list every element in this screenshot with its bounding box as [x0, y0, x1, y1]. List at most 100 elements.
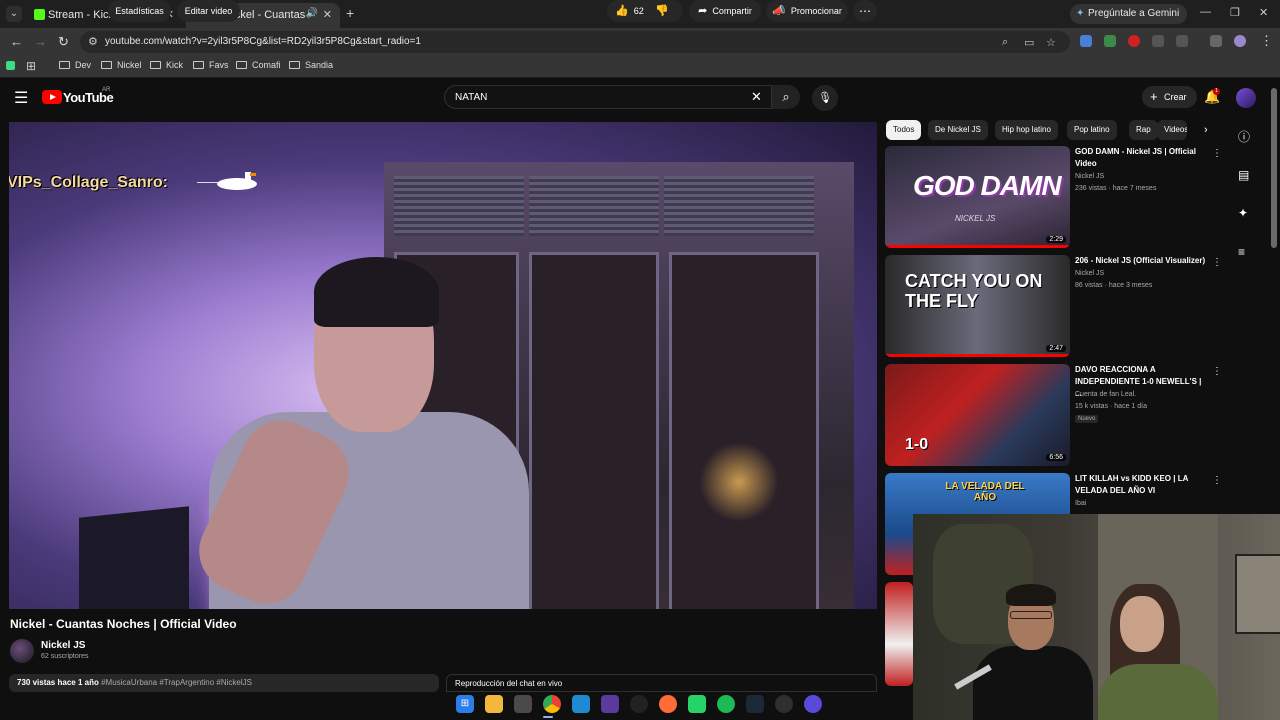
maximize-button[interactable]: ❐ — [1230, 6, 1240, 19]
chrome-menu-icon[interactable]: ⋮ — [1260, 33, 1273, 49]
zoom-icon[interactable]: ⌕ — [1002, 36, 1008, 49]
bookmark-folder[interactable]: Dev — [59, 60, 91, 70]
extension-icon[interactable] — [1104, 35, 1116, 47]
more-vert-icon[interactable]: ⋮ — [1212, 475, 1222, 486]
bookmark-folder[interactable]: Sandia — [289, 60, 333, 70]
channel-avatar[interactable] — [10, 639, 34, 663]
clear-search-icon[interactable]: ✕ — [751, 89, 762, 105]
recommendation-item[interactable]: GOD DAMN NICKEL JS 2:29 GOD DAMN - Nicke… — [885, 146, 1222, 248]
visual-studio-icon[interactable] — [601, 695, 619, 713]
windows-start-icon[interactable]: ⊞ — [456, 695, 474, 713]
thumbnail-text: CATCH YOU ON THE FLY — [905, 271, 1043, 311]
folder-icon — [236, 61, 247, 69]
translate-extension-icon[interactable] — [1080, 35, 1092, 47]
steam-icon[interactable] — [746, 695, 764, 713]
more-vert-icon[interactable]: ⋮ — [1212, 257, 1222, 268]
cast-icon[interactable]: ▭ — [1024, 36, 1034, 49]
kick-favicon-icon — [34, 9, 45, 20]
chrome-icon[interactable] — [543, 695, 561, 713]
search-button[interactable]: ⌕ — [772, 85, 800, 109]
vscode-icon[interactable] — [572, 695, 590, 713]
youtube-logo-icon[interactable] — [42, 90, 62, 104]
site-info-icon[interactable]: ⚙ — [88, 35, 98, 48]
hashtags[interactable]: #MusicaUrbana #TrapArgentino #NickelJS — [101, 678, 252, 687]
more-vert-icon[interactable]: ⋮ — [1212, 148, 1222, 159]
profile-avatar-icon[interactable] — [1234, 35, 1246, 47]
search-query: NATAN — [455, 92, 488, 103]
app-icon[interactable] — [804, 695, 822, 713]
recommendation-item[interactable]: CATCH YOU ON THE FLY 2:47 206 - Nickel J… — [885, 255, 1222, 357]
microphone-icon: 🎙 — [818, 92, 832, 104]
chip-from-channel[interactable]: De Nickel JS — [928, 120, 988, 140]
sparkle-icon[interactable]: ✦ — [1238, 206, 1248, 220]
edit-video-button[interactable]: Editar video — [177, 0, 240, 22]
close-icon[interactable]: ✕ — [323, 8, 332, 21]
playlist-icon[interactable]: ≡ — [1238, 245, 1245, 259]
info-icon[interactable]: ⓘ — [1238, 128, 1250, 145]
goose-body — [217, 178, 257, 190]
postman-icon[interactable] — [659, 695, 677, 713]
minimize-button[interactable]: — — [1200, 6, 1211, 18]
goose-beak — [250, 173, 256, 176]
address-bar[interactable]: ⚙ youtube.com/watch?v=2yil3r5P8Cg&list=R… — [80, 31, 1070, 53]
apps-icon[interactable] — [6, 61, 15, 70]
bookmark-folder[interactable]: Nickel — [101, 60, 142, 70]
page-scrollbar[interactable] — [1271, 88, 1277, 248]
reading-list-icon[interactable] — [1210, 35, 1222, 47]
chevron-right-icon[interactable]: › — [1204, 124, 1208, 136]
more-vert-icon[interactable]: ⋮ — [1212, 366, 1222, 377]
spotify-icon[interactable] — [717, 695, 735, 713]
grid-icon[interactable]: ⊞ — [26, 59, 36, 73]
obs-icon[interactable] — [775, 695, 793, 713]
description-box[interactable]: 730 vistas hace 1 año #MusicaUrbana #Tra… — [9, 674, 439, 692]
whatsapp-icon[interactable] — [688, 695, 706, 713]
back-button[interactable]: ← — [10, 34, 23, 49]
bookmark-folder[interactable]: Favs — [193, 60, 229, 70]
forward-button[interactable]: → — [34, 34, 47, 49]
stream-overlay-text: VIPs_Collage_Sanro: — [9, 174, 168, 191]
store-icon[interactable] — [514, 695, 532, 713]
gemini-button[interactable]: ✦ Pregúntale a Gemini — [1070, 4, 1188, 24]
video-thumbnail[interactable]: GOD DAMN NICKEL JS 2:29 — [885, 146, 1070, 248]
tab-search-icon[interactable]: ⌄ — [6, 6, 22, 22]
extension-icon[interactable] — [1152, 35, 1164, 47]
thumbnail-subtext: NICKEL JS — [955, 214, 996, 223]
menu-icon[interactable]: ☰ — [14, 88, 28, 108]
chip-hip-hop-latino[interactable]: Hip hop latino — [995, 120, 1058, 140]
speaker-icon[interactable]: 🔊 — [306, 8, 318, 19]
video-player[interactable]: VIPs_Collage_Sanro: — [9, 122, 877, 609]
close-window-button[interactable]: ✕ — [1259, 6, 1268, 19]
bookmark-folder[interactable]: Comafi — [236, 60, 281, 70]
chat-icon[interactable]: ▤ — [1238, 168, 1249, 182]
more-actions-icon[interactable]: ⋯ — [853, 0, 877, 22]
github-icon[interactable] — [630, 695, 648, 713]
thumbs-up-icon[interactable]: 👍 — [615, 5, 629, 17]
reload-button[interactable]: ↻ — [58, 34, 69, 50]
chip-all[interactable]: Todos — [886, 120, 922, 140]
video-thumbnail[interactable]: 1-0 6:56 — [885, 364, 1070, 466]
channel-name[interactable]: Nickel JS — [41, 640, 85, 651]
promote-button[interactable]: 📣 Promocionar — [766, 0, 848, 22]
video-thumbnail[interactable] — [885, 582, 913, 686]
create-button[interactable]: + Crear — [1142, 86, 1197, 108]
search-icon: ⌕ — [782, 89, 790, 104]
file-explorer-icon[interactable] — [485, 695, 503, 713]
voice-search-button[interactable]: 🎙 — [812, 85, 838, 111]
puzzle-extensions-icon[interactable] — [1176, 35, 1188, 47]
new-tab-button[interactable]: + — [346, 5, 354, 21]
bookmark-folder[interactable]: Kick — [150, 60, 183, 70]
chip-videos[interactable]: Videos — [1157, 120, 1187, 140]
share-button[interactable]: ➦ Compartir — [689, 0, 761, 22]
gemini-label: Pregúntale a Gemini — [1088, 8, 1180, 19]
stats-button[interactable]: Estadísticas — [108, 0, 171, 22]
record-extension-icon[interactable] — [1128, 35, 1140, 47]
chip-rap[interactable]: Rap — [1129, 120, 1158, 140]
chip-pop-latino[interactable]: Pop latino — [1067, 120, 1117, 140]
search-input[interactable]: NATAN ✕ — [444, 85, 772, 109]
recommendation-title: GOD DAMN - Nickel JS | Official Video — [1075, 147, 1196, 168]
recommendation-item[interactable]: 1-0 6:56 DAVO REACCIONA A INDEPENDIENTE … — [885, 364, 1222, 466]
bookmark-star-icon[interactable]: ☆ — [1046, 36, 1056, 49]
account-avatar[interactable] — [1236, 88, 1256, 108]
video-thumbnail[interactable]: CATCH YOU ON THE FLY 2:47 — [885, 255, 1070, 357]
thumbs-down-icon[interactable]: 👎 — [655, 0, 669, 22]
